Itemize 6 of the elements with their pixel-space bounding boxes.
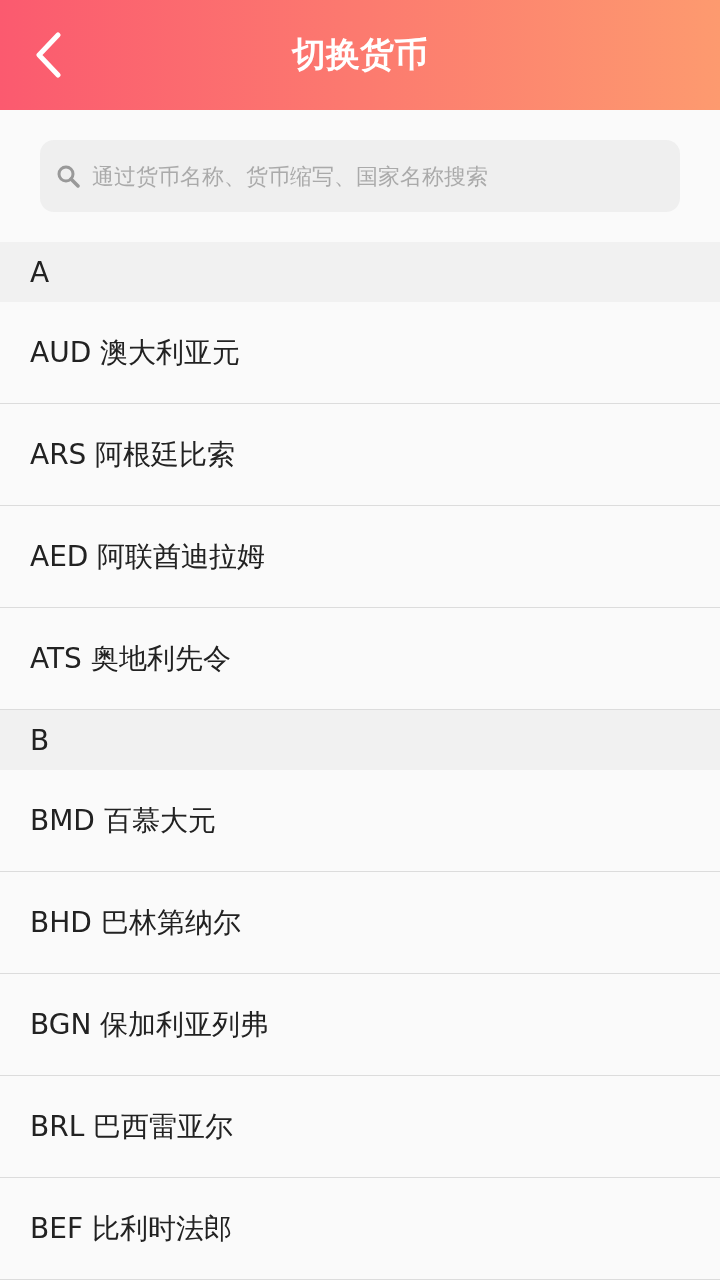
search-field[interactable]: 通过货币名称、货币缩写、国家名称搜索 xyxy=(40,140,680,212)
section-header: A xyxy=(0,242,720,302)
page-title: 切换货币 xyxy=(292,33,428,76)
back-icon xyxy=(33,32,63,78)
search-icon xyxy=(56,164,80,188)
section-header: B xyxy=(0,710,720,770)
